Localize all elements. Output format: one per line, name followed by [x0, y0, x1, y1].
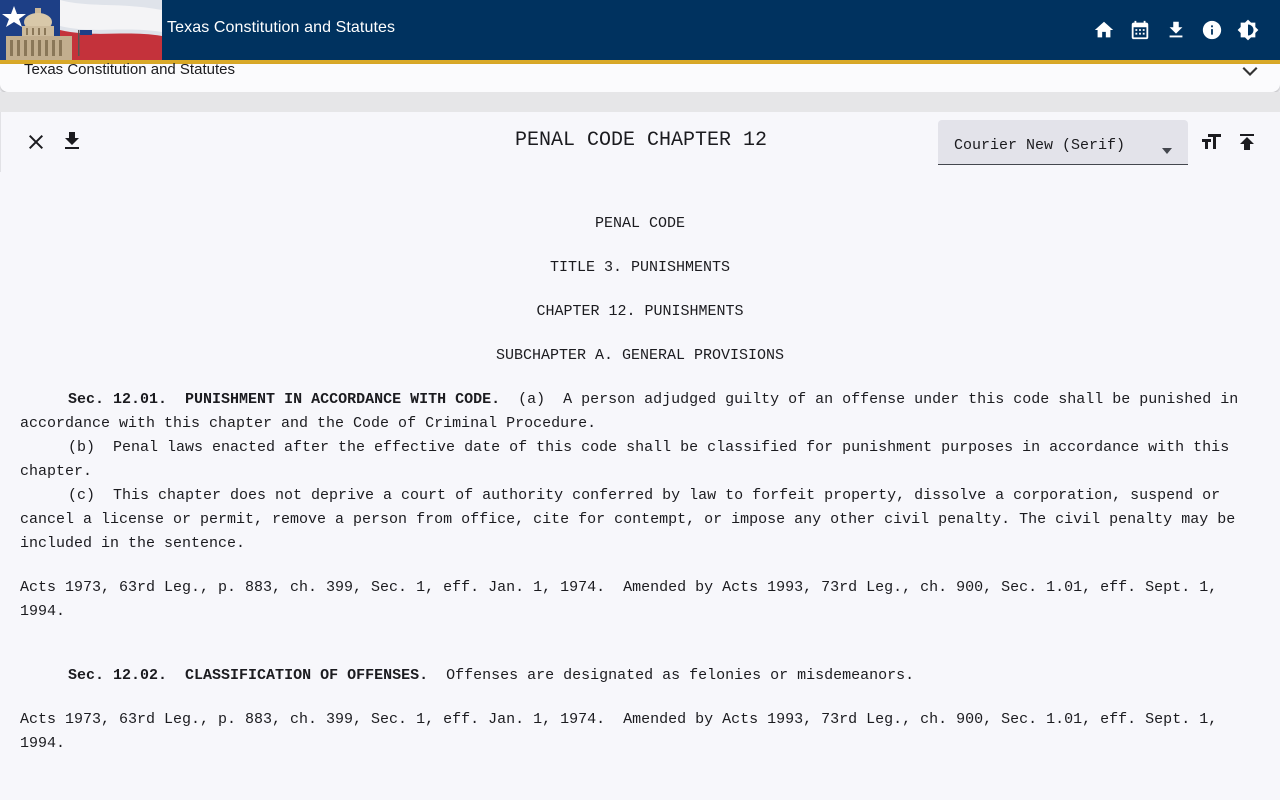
font-family-select[interactable]: Courier New (Serif) [938, 120, 1188, 165]
subsection-paragraph: (b) Penal laws enacted after the effecti… [20, 439, 1239, 480]
calendar-icon[interactable] [1128, 18, 1152, 42]
section-text: Offenses are designated as felonies or m… [428, 667, 915, 684]
code-heading: PENAL CODE [594, 215, 685, 232]
texas-capitol-flag-logo [0, 0, 162, 60]
info-icon[interactable] [1200, 18, 1224, 42]
section-divider [0, 92, 1280, 112]
subsection-paragraph: (c) This chapter does not deprive a cour… [20, 487, 1245, 552]
dropdown-arrow-icon [1162, 141, 1172, 154]
viewer-toolbar: PENAL CODE CHAPTER 12 Courier New (Serif… [0, 112, 1280, 172]
section-number: Sec. 12.01. [68, 391, 168, 408]
home-icon[interactable] [1092, 18, 1116, 42]
section-title: PUNISHMENT IN ACCORDANCE WITH CODE. [185, 391, 501, 408]
section-history-note: Acts 1973, 63rd Leg., p. 883, ch. 399, S… [20, 579, 1227, 620]
subchapter-heading: SUBCHAPTER A. GENERAL PROVISIONS [495, 347, 785, 364]
accordion-label: Texas Constitution and Statutes [24, 61, 235, 78]
app-bar: Texas Constitution and Statutes [0, 0, 1280, 60]
document-viewer: PENAL CODE CHAPTER 12 Courier New (Serif… [0, 112, 1280, 800]
app-bar-actions [1092, 16, 1260, 44]
scroll-to-top-icon[interactable] [1235, 130, 1259, 154]
font-select-value: Courier New (Serif) [954, 137, 1126, 154]
download-icon[interactable] [1164, 18, 1188, 42]
section-paragraph: Sec. 12.01. PUNISHMENT IN ACCORDANCE WIT… [20, 388, 1260, 436]
section-paragraph: Sec. 12.02. CLASSIFICATION OF OFFENSES. … [20, 664, 1260, 688]
brightness-icon[interactable] [1236, 18, 1260, 42]
collection-accordion[interactable]: Texas Constitution and Statutes [0, 61, 1280, 92]
title-heading: TITLE 3. PUNISHMENTS [549, 259, 731, 276]
text-size-icon[interactable] [1199, 130, 1223, 154]
document-body: PENAL CODE TITLE 3. PUNISHMENTS CHAPTER … [20, 212, 1260, 756]
section-number: Sec. 12.02. [68, 667, 168, 684]
chapter-heading: CHAPTER 12. PUNISHMENTS [536, 303, 744, 320]
section-title: CLASSIFICATION OF OFFENSES. [185, 667, 429, 684]
section-history-note: Acts 1973, 63rd Leg., p. 883, ch. 399, S… [20, 711, 1227, 752]
chevron-down-icon[interactable] [1240, 64, 1260, 78]
app-title: Texas Constitution and Statutes [167, 19, 396, 36]
